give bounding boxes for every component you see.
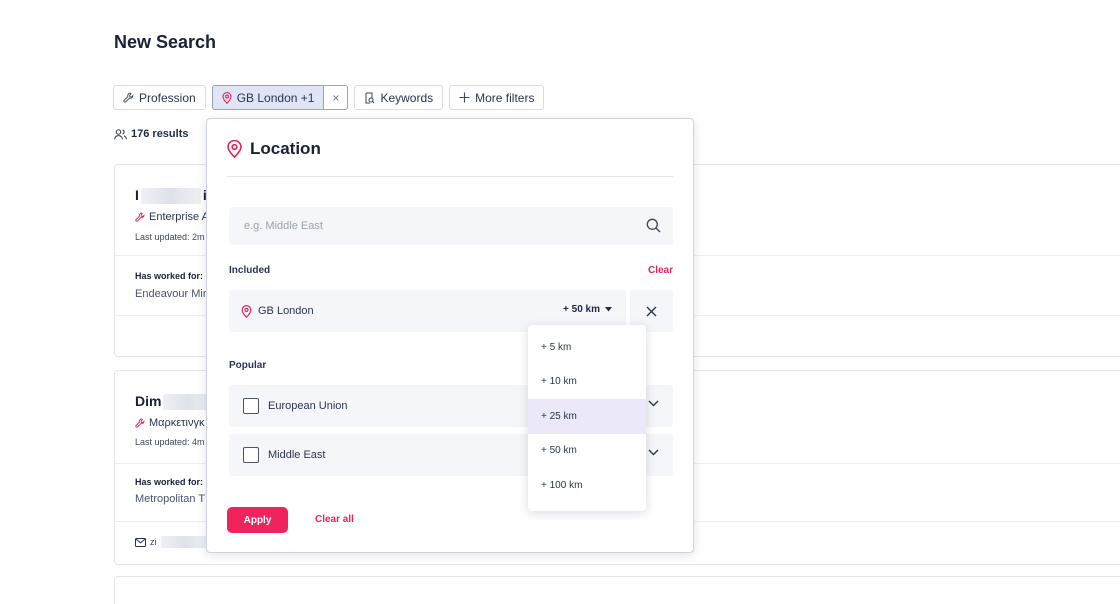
included-location-label: GB London (258, 305, 314, 317)
candidate-card[interactable] (114, 576, 1120, 604)
map-pin-icon (227, 140, 242, 158)
clear-all-link[interactable]: Clear all (315, 514, 354, 525)
keywords-filter-label: Keywords (380, 90, 434, 105)
popular-item-label: Middle East (268, 449, 326, 461)
checkbox[interactable] (243, 398, 259, 414)
candidate-name: Ii (135, 187, 207, 205)
filter-bar: Profession GB London +1 × Keywords More … (113, 85, 545, 110)
users-icon (114, 128, 127, 140)
map-pin-icon (222, 91, 232, 104)
clear-included-link[interactable]: Clear (648, 265, 673, 276)
panel-title-label: Location (250, 139, 321, 158)
panel-divider (227, 176, 673, 177)
chevron-down-icon[interactable] (648, 400, 659, 407)
worked-for-label: Has worked for: (135, 477, 204, 487)
candidate-role: Μαρκετινγκ (135, 417, 204, 429)
plus-icon (459, 92, 470, 103)
radius-dropdown-menu: + 5 km + 10 km + 25 km + 50 km + 100 km (528, 325, 646, 511)
keyword-icon (364, 92, 375, 104)
worked-for-value: Endeavour Min (135, 288, 209, 300)
close-icon (646, 306, 657, 317)
profession-filter-button[interactable]: Profession (113, 85, 206, 110)
popular-label: Popular (229, 360, 267, 371)
last-updated: Last updated: 2m (135, 232, 205, 242)
candidate-name: Dim (135, 393, 214, 411)
caret-down-icon (605, 307, 612, 312)
candidate-role-label: Μαρκετινγκ (149, 417, 205, 429)
radius-option-5km[interactable]: + 5 km (528, 330, 646, 365)
radius-select[interactable]: + 50 km (563, 304, 612, 315)
map-pin-icon (241, 304, 252, 318)
included-label: Included (229, 265, 271, 276)
profession-filter-label: Profession (139, 90, 196, 105)
location-filter-clear-button[interactable]: × (324, 85, 349, 110)
panel-title: Location (227, 139, 321, 159)
chevron-down-icon[interactable] (648, 449, 659, 456)
candidate-role-label: Enterprise A (149, 211, 209, 223)
location-filter-label: GB London +1 (236, 90, 315, 105)
location-filter-group: GB London +1 × (211, 85, 349, 110)
redacted-name (140, 188, 201, 205)
page-title: New Search (114, 32, 217, 52)
checkbox[interactable] (243, 447, 259, 463)
popular-item-label: European Union (268, 400, 348, 412)
radius-option-100km[interactable]: + 100 km (528, 468, 646, 503)
location-filter-button[interactable]: GB London +1 (211, 85, 325, 110)
contact-email-label: zi (150, 537, 157, 547)
mail-icon (135, 537, 146, 547)
results-count: 176 results (114, 128, 188, 140)
redacted-email (160, 536, 209, 548)
radius-option-10km[interactable]: + 10 km (528, 365, 646, 400)
radius-option-25km[interactable]: + 25 km (528, 399, 646, 434)
wrench-icon (135, 418, 145, 428)
apply-button[interactable]: Apply (227, 507, 288, 533)
results-count-label: 176 results (131, 128, 189, 140)
location-search-input[interactable] (229, 207, 673, 245)
worked-for-label: Has worked for: (135, 271, 204, 281)
last-updated: Last updated: 4m (135, 437, 205, 447)
candidate-role: Enterprise A (135, 211, 209, 223)
location-search (229, 207, 673, 245)
more-filters-label: More filters (475, 90, 535, 105)
radius-option-50km[interactable]: + 50 km (528, 434, 646, 469)
radius-value: + 50 km (563, 304, 600, 315)
more-filters-button[interactable]: More filters (449, 85, 545, 110)
wrench-icon (135, 212, 145, 222)
candidate-name-start: Dim (135, 393, 162, 409)
contact-email[interactable]: zi (135, 536, 209, 548)
search-icon[interactable] (646, 218, 661, 233)
wrench-icon (123, 92, 134, 103)
keywords-filter-button[interactable]: Keywords (354, 85, 444, 110)
worked-for-value: Metropolitan T (135, 493, 206, 505)
candidate-name-start: I (135, 187, 139, 203)
